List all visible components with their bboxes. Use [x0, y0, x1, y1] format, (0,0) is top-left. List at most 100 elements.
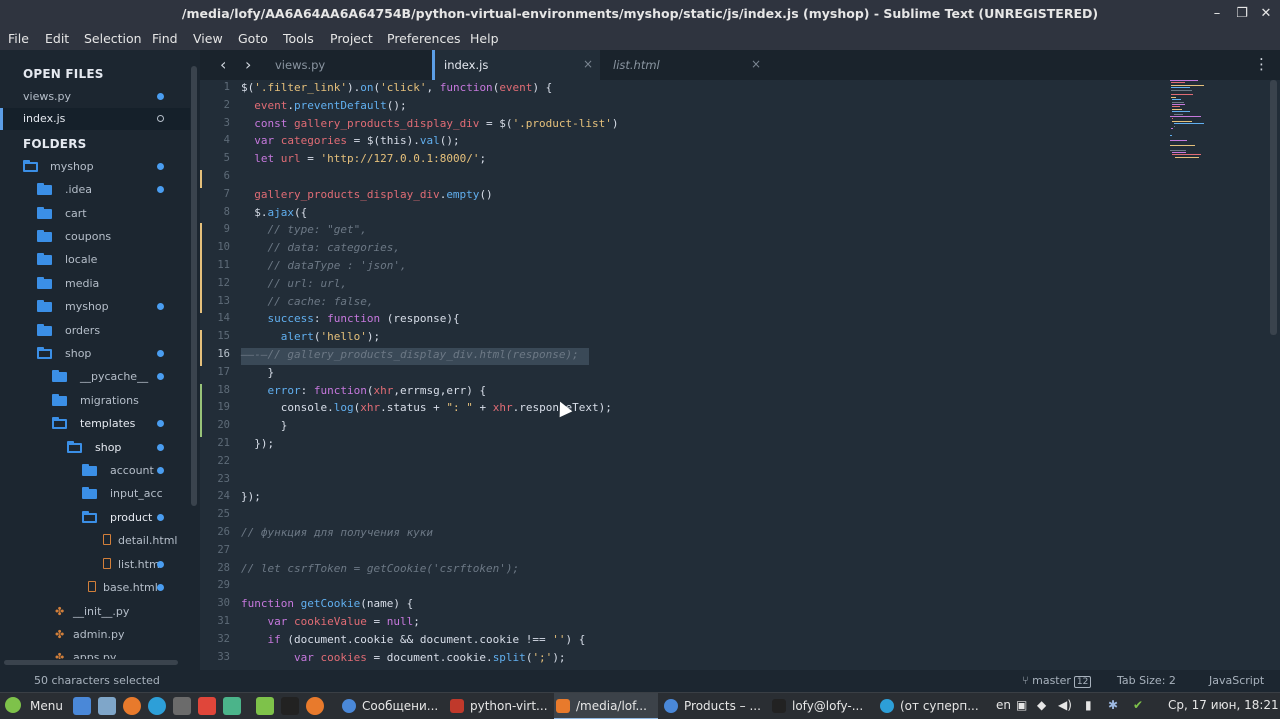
code-line[interactable]: ——-—// gallery_products_display_div.html… [241, 348, 579, 361]
tree-file-detail-html[interactable]: detail.html [0, 530, 190, 552]
launcher-folder-icon[interactable] [256, 697, 274, 715]
clock[interactable]: Ср, 17 июн, 18:21 [1168, 698, 1279, 712]
tree-folder-migrations[interactable]: migrations [0, 390, 190, 412]
code-line[interactable]: // type: "get", [241, 223, 366, 236]
code-line[interactable]: } [241, 419, 288, 432]
tree-folder-media[interactable]: media [0, 273, 190, 295]
code-line[interactable]: var cookieValue = null; [241, 615, 420, 628]
taskbar-window-sublime[interactable]: /media/lof... [554, 693, 658, 719]
battery-icon[interactable]: ▮ [1085, 698, 1092, 712]
menu-file[interactable]: File [8, 31, 29, 46]
code-line[interactable]: // let csrfToken = getCookie('csrftoken'… [241, 562, 519, 575]
code-line[interactable]: } [241, 366, 274, 379]
tab-close-icon[interactable]: × [583, 57, 593, 71]
menu-tools[interactable]: Tools [283, 31, 314, 46]
launcher-app-icon[interactable] [198, 697, 216, 715]
launcher-firefox-icon[interactable] [123, 697, 141, 715]
update-shield-icon[interactable]: ✔ [1133, 698, 1143, 712]
sidebar-scrollbar[interactable] [191, 66, 197, 506]
menu-help[interactable]: Help [470, 31, 499, 46]
launcher-telegram-icon[interactable] [148, 697, 166, 715]
code-line[interactable]: // data: categories, [241, 241, 399, 254]
network-icon[interactable]: ◆ [1037, 698, 1046, 712]
tree-folder-shop[interactable]: shop [0, 343, 190, 365]
code-line[interactable]: const gallery_products_display_div = $('… [241, 117, 618, 130]
launcher-chrome-icon[interactable] [73, 697, 91, 715]
tree-file-admin-py[interactable]: ✤ admin.py [0, 624, 190, 646]
sidebar-horizontal-scrollbar[interactable] [4, 660, 178, 665]
tree-folder-myshop-inner[interactable]: myshop [0, 296, 190, 318]
code-editor[interactable]: 1 2 3 4 5 6 7 8 9 10 11 12 13 14 15 16 17 18 19 20 21 22 23 24 2… [200, 80, 1280, 670]
tree-file-init-py[interactable]: ✤ __init__.py [0, 601, 190, 623]
minimize-button[interactable]: – [1208, 5, 1226, 23]
editor-scrollbar[interactable] [1270, 80, 1277, 335]
menu-selection[interactable]: Selection [84, 31, 142, 46]
launcher-firefox2-icon[interactable] [306, 697, 324, 715]
launcher-files-icon[interactable] [98, 697, 116, 715]
code-line[interactable]: $.ajax({ [241, 206, 307, 219]
bluetooth-icon[interactable]: ✱ [1108, 698, 1118, 712]
code-line[interactable]: $('.filter_link').on('click', function(e… [241, 81, 552, 94]
launcher-sublime-icon[interactable] [173, 697, 191, 715]
tree-folder-orders[interactable]: orders [0, 320, 190, 342]
tab-list-html[interactable]: list.html × [600, 50, 770, 80]
tree-folder-pycache[interactable]: __pycache__ [0, 366, 190, 388]
code-line[interactable]: error: function(xhr,errmsg,err) { [241, 384, 487, 397]
volume-icon[interactable]: ◀) [1058, 698, 1072, 712]
code-line[interactable]: success: function (response){ [241, 312, 460, 325]
tree-folder-locale[interactable]: locale [0, 249, 190, 271]
code-line[interactable]: event.preventDefault(); [241, 99, 406, 112]
mint-menu-icon[interactable] [5, 697, 21, 713]
tab-back-button[interactable]: ‹ [220, 55, 226, 74]
tab-close-icon[interactable]: × [751, 57, 761, 71]
open-file-index-js[interactable]: index.js [0, 108, 190, 130]
menu-edit[interactable]: Edit [45, 31, 69, 46]
maximize-button[interactable]: ❐ [1233, 5, 1251, 23]
tree-file-list-html[interactable]: list.htm [0, 554, 190, 576]
code-line[interactable]: // cache: false, [241, 295, 373, 308]
menu-project[interactable]: Project [330, 31, 373, 46]
code-line[interactable]: // url: url, [241, 277, 346, 290]
code-line[interactable]: let url = 'http://127.0.0.1:8000/'; [241, 152, 486, 165]
menu-view[interactable]: View [193, 31, 223, 46]
menu-button[interactable]: Menu [30, 699, 63, 713]
tree-folder-product[interactable]: product [0, 507, 190, 529]
tree-folder-account[interactable]: account [0, 460, 190, 482]
open-file-views-py[interactable]: views.py [0, 86, 190, 108]
taskbar-window-terminal[interactable]: lofy@lofy-... [770, 693, 874, 719]
tab-views-py[interactable]: views.py [255, 50, 431, 80]
tree-folder-coupons[interactable]: coupons [0, 226, 190, 248]
taskbar-window-messages[interactable]: Сообщени... [340, 693, 444, 719]
code-line[interactable]: // функция для получения куки [241, 526, 433, 539]
code-line[interactable]: gallery_products_display_div.empty() [241, 188, 492, 201]
code-line[interactable]: if (document.cookie && document.cookie !… [241, 633, 586, 646]
launcher-app2-icon[interactable] [223, 697, 241, 715]
tab-forward-button[interactable]: › [245, 55, 251, 74]
tree-folder-myshop[interactable]: myshop [0, 156, 190, 178]
tab-size-status[interactable]: Tab Size: 2 [1117, 674, 1176, 687]
code-line[interactable]: alert('hello'); [241, 330, 380, 343]
menu-goto[interactable]: Goto [238, 31, 268, 46]
tree-folder-cart[interactable]: cart [0, 203, 190, 225]
git-branch-status[interactable]: ⑂ master 12 [1022, 674, 1092, 688]
menu-preferences[interactable]: Preferences [387, 31, 461, 46]
tree-file-apps-py[interactable]: ✤ apps.py [0, 647, 190, 659]
close-button[interactable]: ✕ [1257, 5, 1275, 23]
code-line[interactable]: var categories = $(this).val(); [241, 134, 459, 147]
code-line[interactable]: // dataType : 'json', [241, 259, 406, 272]
keyboard-layout[interactable]: en [996, 698, 1011, 712]
tree-folder-templates[interactable]: templates [0, 413, 190, 435]
syntax-status[interactable]: JavaScript [1209, 674, 1264, 687]
menu-find[interactable]: Find [152, 31, 178, 46]
code-line[interactable]: var cookies = document.cookie.split(';')… [241, 651, 566, 664]
tab-index-js[interactable]: index.js × [432, 50, 600, 80]
tab-menu-icon[interactable]: ⋮ [1254, 55, 1269, 73]
code-line[interactable]: }); [241, 437, 274, 450]
code-line[interactable]: }); [241, 490, 261, 503]
launcher-terminal-icon[interactable] [281, 697, 299, 715]
taskbar-window-products[interactable]: Products – ... [662, 693, 768, 719]
minimap[interactable] [1170, 80, 1230, 170]
tray-app-icon[interactable]: ▣ [1016, 698, 1027, 712]
taskbar-window-telegram[interactable]: (от суперп... [878, 693, 988, 719]
tree-folder-shop-templates[interactable]: shop [0, 437, 190, 459]
